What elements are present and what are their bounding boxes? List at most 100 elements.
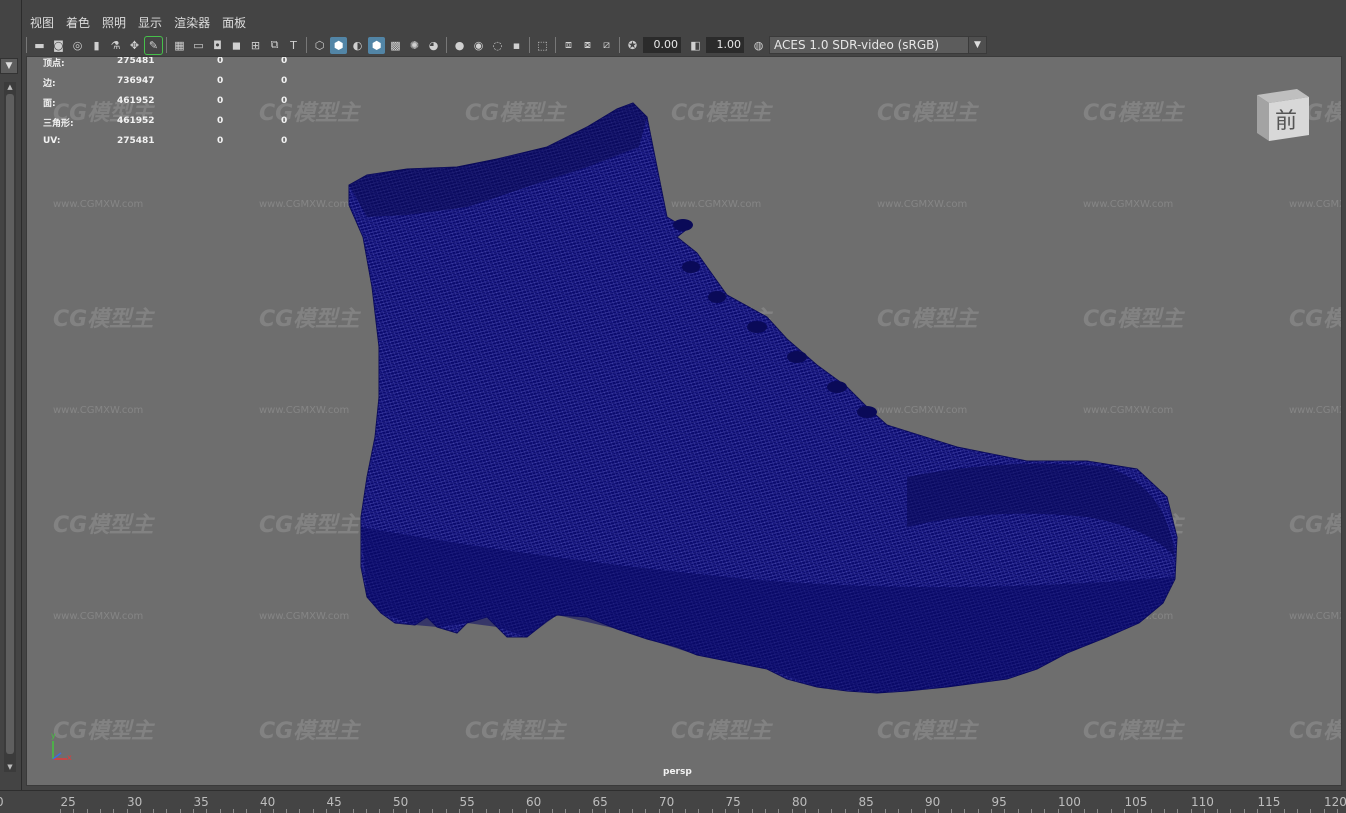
perspective-viewport[interactable]: 顶点: 275481 0 0 边: 736947 0 0 面: 461952 0… <box>26 56 1342 786</box>
timeline-tick <box>871 809 873 813</box>
safe-title-icon[interactable]: T <box>285 37 302 54</box>
image-plane-icon[interactable]: ⚗ <box>107 37 124 54</box>
timeline-tick <box>299 809 301 813</box>
isolate-select-icon[interactable]: ⬚ <box>534 37 551 54</box>
viewport-toolbar: ▬ ◙ ◎ ▮ ⚗ ✥ ✎ ▦ ▭ ◘ ◼ ⊞ ⧉ T ⬡ ⬢ ◐ ⬢ ▩ ✺ … <box>24 34 1344 56</box>
timeline-tick <box>352 809 354 813</box>
scroll-up-icon[interactable]: ▲ <box>4 82 16 92</box>
lights-icon[interactable]: ✺ <box>406 37 423 54</box>
anti-aliasing-icon[interactable]: ◌ <box>489 37 506 54</box>
shadows-icon[interactable]: ◕ <box>425 37 442 54</box>
timeline-tick <box>312 809 314 813</box>
timeline-tick <box>166 809 168 813</box>
resolution-gate-icon[interactable]: ◘ <box>209 37 226 54</box>
maya-window: ▼ ▲ ▼ 视图 着色 照明 显示 渲染器 面板 ▬ ◙ ◎ ▮ ⚗ ✥ ✎ ▦… <box>0 0 1346 813</box>
timeline-tick <box>86 809 88 813</box>
toolbar-separator <box>619 37 620 53</box>
color-space-label: ACES 1.0 SDR-video (sRGB) <box>774 38 940 52</box>
ambient-occlusion-icon[interactable]: ● <box>451 37 468 54</box>
timeline-tick-label: 75 <box>725 795 741 809</box>
safe-action-icon[interactable]: ⧉ <box>266 37 283 54</box>
timeline-tick <box>73 809 75 813</box>
chevron-down-icon[interactable]: ▼ <box>968 37 986 53</box>
toolbar-separator <box>555 37 556 53</box>
left-panel-strip: ▼ ▲ ▼ <box>0 0 22 790</box>
timeline-tick <box>472 809 474 813</box>
timeline-tick-label: 100 <box>1058 795 1081 809</box>
timeline-tick <box>153 809 155 813</box>
depth-of-field-icon[interactable]: ▪ <box>508 37 525 54</box>
timeline-tick <box>326 809 327 813</box>
menu-renderer[interactable]: 渲染器 <box>168 12 216 32</box>
timeline-tick <box>1243 809 1245 813</box>
timeline-tick <box>1296 809 1298 813</box>
timeline-tick <box>1310 809 1312 813</box>
xray-icon[interactable]: ⧈ <box>560 37 577 54</box>
left-scrollbar[interactable]: ▲ ▼ <box>4 82 16 772</box>
timeline-tick <box>379 809 381 813</box>
timeline-tick <box>259 809 261 813</box>
exposure-field[interactable]: 0.00 <box>643 37 681 53</box>
axis-x-label: x <box>67 753 72 762</box>
menu-lighting[interactable]: 照明 <box>96 12 132 32</box>
timeline-tick-label: 110 <box>1191 795 1214 809</box>
timeline-tick <box>592 809 593 813</box>
xray-joints-icon[interactable]: ⧇ <box>579 37 596 54</box>
left-panel-dropdown-icon[interactable]: ▼ <box>0 58 18 74</box>
smooth-shade-icon[interactable]: ⬢ <box>330 36 347 54</box>
scrollbar-thumb[interactable] <box>6 94 14 754</box>
use-default-material-icon[interactable]: ◐ <box>349 37 366 54</box>
menu-panels[interactable]: 面板 <box>216 12 252 32</box>
textured-icon[interactable]: ▩ <box>387 37 404 54</box>
gamma-icon[interactable]: ◧ <box>687 37 704 54</box>
grid-icon[interactable]: ▦ <box>171 37 188 54</box>
wireframe-icon[interactable]: ⬡ <box>311 37 328 54</box>
timeline-tick <box>1190 809 1192 813</box>
bookmark-icon[interactable]: ▮ <box>88 37 105 54</box>
menu-show[interactable]: 显示 <box>132 12 168 32</box>
timeline-tick <box>459 809 460 813</box>
time-slider[interactable]: 0 25 30 35 40 45 50 55 60 65 70 75 80 85 90 95 100 105 110… <box>0 790 1346 813</box>
xray-active-icon[interactable]: ⧄ <box>598 37 615 54</box>
exposure-icon[interactable]: ✪ <box>624 37 641 54</box>
gate-mask-icon[interactable]: ◼ <box>228 37 245 54</box>
timeline-tick <box>711 809 713 813</box>
timeline-tick <box>1163 809 1165 813</box>
timeline-tick <box>512 809 514 813</box>
timeline-tick-label: 35 <box>193 795 209 809</box>
timeline-tick <box>1270 809 1272 813</box>
view-cube[interactable]: 前 <box>1251 83 1315 147</box>
color-management-icon[interactable]: ◍ <box>750 37 767 54</box>
menu-shading[interactable]: 着色 <box>60 12 96 32</box>
menu-view[interactable]: 视图 <box>24 12 60 32</box>
gamma-field[interactable]: 1.00 <box>706 37 744 53</box>
toolbar-separator <box>166 37 167 53</box>
film-gate-icon[interactable]: ▭ <box>190 37 207 54</box>
camera-attributes-icon[interactable]: ◙ <box>50 37 67 54</box>
color-space-dropdown[interactable]: ACES 1.0 SDR-video (sRGB) ▼ <box>769 36 987 54</box>
two-d-pan-icon[interactable]: ✥ <box>126 37 143 54</box>
timeline-tick <box>113 809 115 813</box>
camera-icon[interactable]: ▬ <box>31 37 48 54</box>
camera-lock-icon[interactable]: ◎ <box>69 37 86 54</box>
timeline-tick <box>525 809 527 813</box>
timeline-tick-label: 50 <box>393 795 409 809</box>
timeline-tick <box>951 809 953 813</box>
timeline-tick <box>1336 809 1338 813</box>
motion-blur-icon[interactable]: ◉ <box>470 37 487 54</box>
timeline-tick-label: 105 <box>1124 795 1148 809</box>
timeline-tick <box>1030 809 1032 813</box>
timeline-tick <box>804 809 806 813</box>
view-cube-front-label[interactable]: 前 <box>1275 103 1297 135</box>
toolbar-separator <box>26 37 27 53</box>
wireframe-on-shaded-icon[interactable]: ⬢ <box>368 36 385 54</box>
boot-mesh[interactable] <box>27 57 1342 786</box>
scroll-down-icon[interactable]: ▼ <box>4 762 16 772</box>
timeline-tick <box>126 809 128 813</box>
toolbar-separator <box>446 37 447 53</box>
timeline-tick <box>911 809 913 813</box>
field-chart-icon[interactable]: ⊞ <box>247 37 264 54</box>
grease-pencil-icon[interactable]: ✎ <box>144 35 163 55</box>
timeline-tick <box>565 809 567 813</box>
toolbar-separator <box>306 37 307 53</box>
